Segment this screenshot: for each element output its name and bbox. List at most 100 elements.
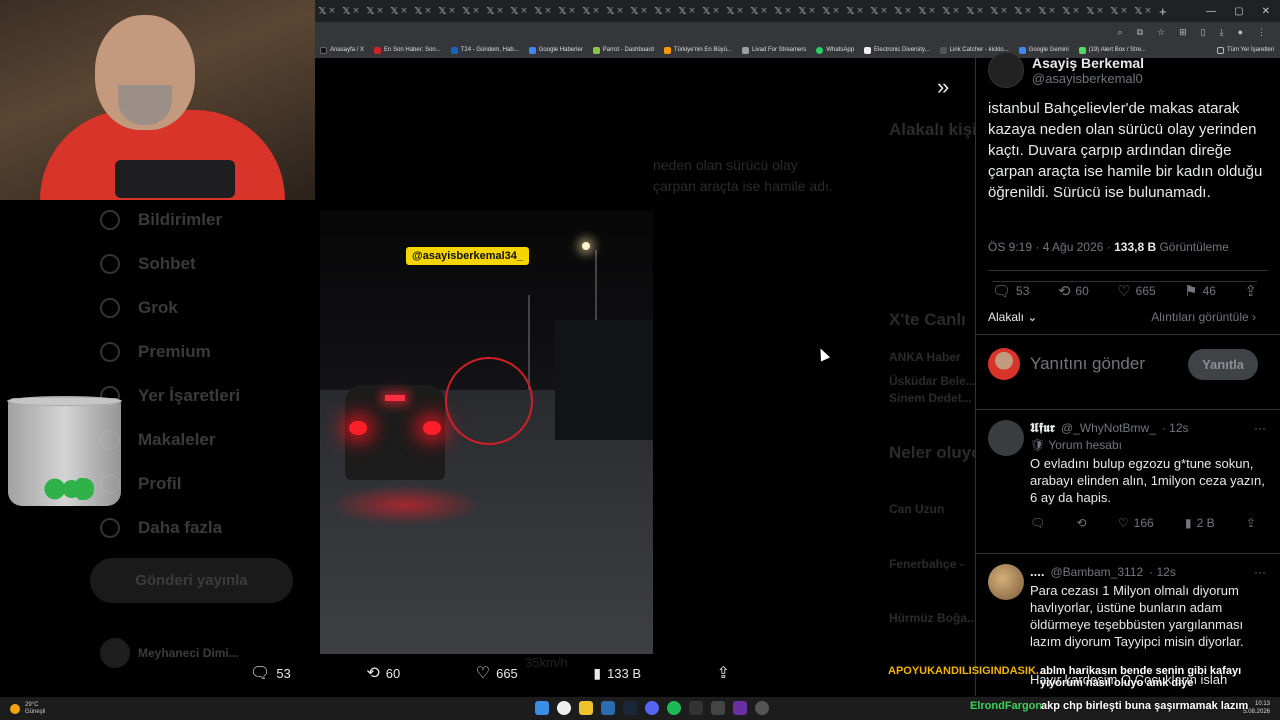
browser-tab[interactable]: 𝕏 × bbox=[435, 0, 459, 22]
bookmark-button[interactable]: ⚑ 46 bbox=[1184, 282, 1216, 300]
browser-tab[interactable]: 𝕏 × bbox=[1035, 0, 1059, 22]
twitch-icon[interactable] bbox=[733, 701, 747, 715]
store-icon[interactable] bbox=[601, 701, 615, 715]
post-button[interactable]: Gönderi yayınla bbox=[90, 558, 293, 603]
bookmark-item[interactable]: Electronic Diversity... bbox=[864, 46, 930, 54]
views-action[interactable]: ▮ 133 B bbox=[593, 665, 641, 682]
views-button[interactable]: ▮ 2 B bbox=[1185, 516, 1215, 530]
browser-tab[interactable]: 𝕏 × bbox=[603, 0, 627, 22]
sidebar-item-more[interactable]: Daha fazla bbox=[100, 518, 222, 538]
reply-item[interactable]: 𝖀𝖋𝖚𝖗 @_WhyNotBmw_ · 12s ··· 🛡 Yorum hesabı … bbox=[988, 420, 1266, 530]
reply-icon[interactable]: 🗨 bbox=[1030, 516, 1045, 530]
browser-tab[interactable]: 𝕏 × bbox=[507, 0, 531, 22]
star-icon[interactable]: ☆ bbox=[1157, 27, 1165, 38]
reply-input[interactable]: Yanıtını gönder bbox=[1030, 354, 1178, 374]
sidebar-item-notifications[interactable]: Bildirimler bbox=[100, 210, 222, 230]
bookmark-item[interactable]: Parrot - Dashboard bbox=[592, 46, 654, 54]
browser-tab[interactable]: 𝕏 × bbox=[339, 0, 363, 22]
bookmark-item[interactable]: En Son Haber: Son... bbox=[374, 46, 441, 54]
like-button[interactable]: ♡ 665 bbox=[1117, 282, 1155, 300]
new-tab-button[interactable]: + bbox=[1159, 4, 1167, 19]
browser-tab[interactable]: 𝕏 × bbox=[843, 0, 867, 22]
like-button[interactable]: ♡ 166 bbox=[1118, 516, 1154, 530]
maximize-icon[interactable]: ▢ bbox=[1234, 6, 1243, 17]
avatar[interactable] bbox=[988, 52, 1024, 88]
bookmark-item[interactable]: Türkiye'nin En Büyü... bbox=[663, 46, 732, 54]
avatar[interactable] bbox=[988, 420, 1024, 456]
browser-tab[interactable]: 𝕏 × bbox=[555, 0, 579, 22]
view-quotes-link[interactable]: Alıntıları görüntüle › bbox=[1151, 310, 1256, 324]
chrome-icon[interactable] bbox=[557, 701, 571, 715]
profile-icon[interactable]: ● bbox=[1238, 27, 1243, 37]
cast-icon[interactable]: ⧉ bbox=[1137, 27, 1143, 38]
reply-item[interactable]: .... @Bambam_3112 · 12s ··· Para cezası 1 M… bbox=[988, 564, 1266, 650]
all-bookmarks-folder[interactable]: Tüm Yer İşaretleri bbox=[1216, 46, 1280, 54]
sidebar-item-premium[interactable]: Premium bbox=[100, 342, 211, 362]
app-icon[interactable] bbox=[711, 701, 725, 715]
share-icon[interactable]: ⇪ bbox=[1246, 516, 1256, 530]
browser-tab[interactable]: 𝕏 × bbox=[1059, 0, 1083, 22]
browser-tab[interactable]: 𝕏 × bbox=[675, 0, 699, 22]
bookmark-item[interactable]: WhatsApp bbox=[816, 46, 854, 54]
browser-tab[interactable]: 𝕏 × bbox=[459, 0, 483, 22]
obs-icon[interactable] bbox=[755, 701, 769, 715]
start-icon[interactable] bbox=[535, 701, 549, 715]
browser-tab[interactable]: 𝕏 × bbox=[963, 0, 987, 22]
browser-tab[interactable]: 𝕏 × bbox=[819, 0, 843, 22]
tweet-author[interactable]: Asayiş Berkemal @asayisberkemal0 bbox=[988, 52, 1144, 88]
browser-tab[interactable]: 𝕏 × bbox=[315, 0, 339, 22]
reply-button[interactable]: 🗨 53 bbox=[992, 282, 1029, 300]
extensions-icon[interactable]: ⊞ bbox=[1179, 27, 1187, 38]
browser-tab[interactable]: 𝕏 × bbox=[771, 0, 795, 22]
downloads-icon[interactable]: ⤓ bbox=[1220, 27, 1224, 38]
browser-tab[interactable]: 𝕏 × bbox=[1107, 0, 1131, 22]
browser-tab[interactable]: 𝕏 × bbox=[987, 0, 1011, 22]
browser-tab[interactable]: 𝕏 × bbox=[699, 0, 723, 22]
browser-tab[interactable]: 𝕏 × bbox=[387, 0, 411, 22]
more-options-icon[interactable]: ··· bbox=[1254, 565, 1266, 579]
sidebar-item-bookmarks[interactable]: Yer İşaretleri bbox=[100, 386, 240, 406]
browser-tab[interactable]: 𝕏 × bbox=[915, 0, 939, 22]
share-button[interactable]: ⇪ bbox=[1244, 282, 1257, 300]
repost-action[interactable]: ⟲ 60 bbox=[366, 663, 400, 683]
bookmark-item[interactable]: Livad For Streamers bbox=[742, 46, 806, 54]
browser-tab[interactable]: 𝕏 × bbox=[1131, 0, 1155, 22]
bookmark-item[interactable]: T24 - Gündem, Hab... bbox=[450, 46, 519, 54]
sidebar-item-chat[interactable]: Sohbet bbox=[100, 254, 196, 274]
browser-tab[interactable]: 𝕏 × bbox=[651, 0, 675, 22]
steam-icon[interactable] bbox=[623, 701, 637, 715]
repost-icon[interactable]: ⟲ bbox=[1077, 516, 1087, 530]
bookmark-item[interactable]: Google Haberler bbox=[528, 46, 583, 54]
reply-submit-button[interactable]: Yanıtla bbox=[1188, 348, 1258, 380]
sidebar-item-grok[interactable]: Grok bbox=[100, 298, 178, 318]
reply-action[interactable]: 🗨 53 bbox=[250, 663, 291, 683]
browser-tab[interactable]: 𝕏 × bbox=[939, 0, 963, 22]
browser-tab[interactable]: 𝕏 × bbox=[531, 0, 555, 22]
more-options-icon[interactable]: ··· bbox=[1254, 421, 1266, 435]
avatar[interactable] bbox=[988, 564, 1024, 600]
minimize-icon[interactable]: — bbox=[1206, 6, 1216, 17]
like-action[interactable]: ♡ 665 bbox=[476, 663, 518, 683]
bookmark-item[interactable]: Anasayfa / X bbox=[320, 46, 364, 54]
sidepanel-icon[interactable]: ▯ bbox=[1201, 27, 1206, 38]
menu-icon[interactable]: ⋮ bbox=[1257, 27, 1266, 38]
epic-games-icon[interactable] bbox=[689, 701, 703, 715]
browser-tab[interactable]: 𝕏 × bbox=[483, 0, 507, 22]
browser-tab[interactable]: 𝕏 × bbox=[867, 0, 891, 22]
browser-tab[interactable]: 𝕏 × bbox=[627, 0, 651, 22]
weather-widget[interactable]: 29°C Güneşli bbox=[0, 702, 45, 716]
zoom-icon[interactable]: ⌕ bbox=[1118, 27, 1123, 38]
close-window-icon[interactable]: ✕ bbox=[1262, 6, 1270, 17]
expand-icon[interactable]: » bbox=[937, 74, 949, 100]
browser-tab[interactable]: 𝕏 × bbox=[795, 0, 819, 22]
browser-tab[interactable]: 𝕏 × bbox=[411, 0, 435, 22]
sort-dropdown[interactable]: Alakalı ⌄ bbox=[988, 310, 1037, 324]
share-action[interactable]: ⇪ bbox=[717, 663, 730, 683]
browser-tab[interactable]: 𝕏 × bbox=[363, 0, 387, 22]
discord-icon[interactable] bbox=[645, 701, 659, 715]
browser-tab[interactable]: 𝕏 × bbox=[891, 0, 915, 22]
repost-button[interactable]: ⟲ 60 bbox=[1058, 282, 1089, 300]
browser-tab[interactable]: 𝕏 × bbox=[747, 0, 771, 22]
file-explorer-icon[interactable] bbox=[579, 701, 593, 715]
browser-tab[interactable]: 𝕏 × bbox=[1011, 0, 1035, 22]
